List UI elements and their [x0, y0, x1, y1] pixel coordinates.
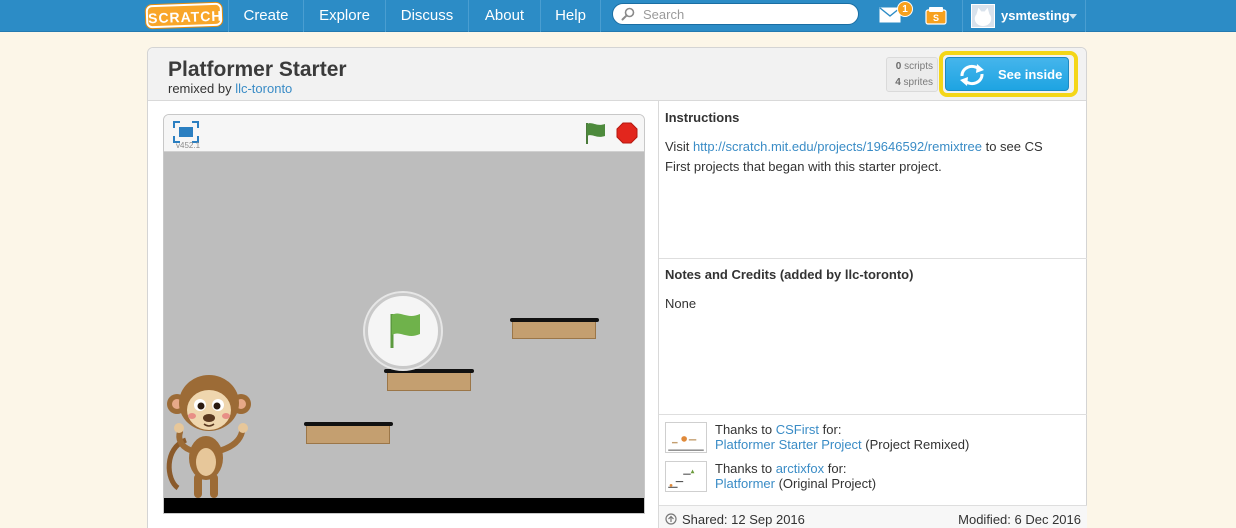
platform-edge [384, 369, 474, 373]
search-input[interactable] [643, 5, 848, 23]
credit-project-link[interactable]: Platformer Starter Project [715, 437, 862, 452]
nav-help[interactable]: Help [540, 0, 601, 32]
divider [659, 258, 1087, 259]
remixtree-link[interactable]: http://scratch.mit.edu/projects/19646592… [693, 139, 982, 154]
stop-icon[interactable] [616, 122, 638, 144]
see-inside-label: See inside [998, 67, 1063, 82]
nav-explore[interactable]: Explore [303, 0, 385, 32]
stage-ground [164, 498, 644, 513]
credit-thumbnail[interactable] [665, 461, 707, 492]
instructions-text-before: Visit [665, 139, 693, 154]
project-dates: Shared: 12 Sep 2016 Modified: 6 Dec 2016 [659, 505, 1087, 528]
my-stuff-icon[interactable]: S [925, 6, 947, 25]
avatar [971, 4, 995, 28]
chevron-down-icon [1069, 14, 1077, 19]
remixed-by-prefix: remixed by [168, 81, 236, 96]
sprites-count: 4 [895, 77, 901, 88]
remixed-by: remixed by llc-toronto [168, 81, 292, 96]
shared-icon [665, 513, 677, 525]
modified-date: Modified: 6 Dec 2016 [958, 512, 1081, 527]
platform-edge [304, 422, 393, 426]
sprites-label: sprites [903, 77, 933, 88]
credit-thanks: Thanks to [715, 422, 776, 437]
remixed-by-user-link[interactable]: llc-toronto [235, 81, 292, 96]
credit-user-link[interactable]: arctixfox [776, 461, 824, 476]
project-title: Platformer Starter [168, 58, 347, 81]
green-flag-icon[interactable] [584, 121, 608, 145]
credit-kind: (Original Project) [774, 476, 877, 491]
platform [306, 425, 390, 444]
divider [659, 414, 1087, 415]
remix-arrows-icon [960, 64, 984, 86]
scripts-label: scripts [904, 61, 933, 72]
nav-about[interactable]: About [468, 0, 540, 32]
project-header: Platformer Starter remixed by llc-toront… [148, 48, 1086, 101]
platform [387, 372, 471, 391]
shared-date: Shared: 12 Sep 2016 [682, 512, 805, 527]
instructions-heading: Instructions [665, 110, 740, 125]
notes-text: None [665, 296, 697, 311]
credit-item: Thanks to CSFirst for: Platformer Starte… [715, 422, 969, 452]
platform-edge [510, 318, 599, 322]
project-player: v452.1 [163, 114, 645, 514]
credit-project-link[interactable]: Platformer [715, 476, 775, 491]
play-button[interactable] [365, 293, 441, 369]
credit-thumbnail[interactable] [665, 422, 707, 453]
project-box: Platformer Starter remixed by llc-toront… [147, 47, 1087, 528]
notes-heading: Notes and Credits (added by llc-toronto) [665, 267, 914, 282]
scratch-logo[interactable]: SCRATCH [145, 2, 223, 29]
search-icon [621, 7, 635, 21]
player-controls: v452.1 [164, 115, 644, 152]
fullscreen-icon[interactable] [173, 121, 199, 143]
username: ysmtesting [1001, 8, 1070, 23]
instructions-text: Visit http://scratch.mit.edu/projects/19… [665, 137, 1065, 177]
search-box[interactable] [612, 3, 859, 25]
credit-user-link[interactable]: CSFirst [776, 422, 819, 437]
nav-create[interactable]: Create [228, 0, 303, 32]
project-stats: 0 scripts 4 sprites [886, 57, 938, 92]
credit-for: for: [824, 461, 847, 476]
player-version: v452.1 [176, 141, 201, 150]
messages-count-badge: 1 [897, 1, 913, 17]
see-inside-button[interactable]: See inside [945, 57, 1069, 91]
top-nav-bar: SCRATCH Create Explore Discuss About Hel… [0, 0, 1236, 32]
project-info-panel: Instructions Visit http://scratch.mit.ed… [658, 101, 1087, 528]
credit-thanks: Thanks to [715, 461, 776, 476]
monkey-sprite [166, 375, 251, 498]
credit-for: for: [819, 422, 842, 437]
user-menu[interactable]: ysmtesting [962, 0, 1086, 32]
scripts-count: 0 [895, 61, 902, 72]
credit-kind: (Project Remixed) [861, 437, 970, 452]
svg-text:S: S [933, 13, 939, 23]
credit-item: Thanks to arctixfox for: Platformer (Ori… [715, 461, 876, 491]
nav-discuss[interactable]: Discuss [385, 0, 468, 32]
platform [512, 320, 596, 339]
green-flag-icon [390, 313, 420, 348]
